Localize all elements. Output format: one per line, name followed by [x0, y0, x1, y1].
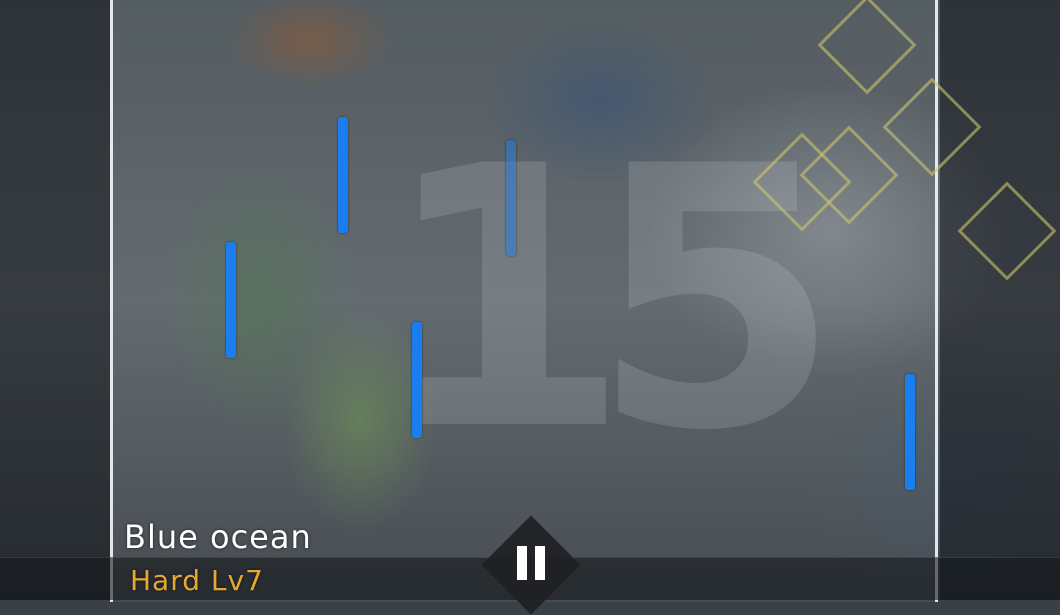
note [905, 374, 915, 490]
note [506, 140, 516, 256]
note [338, 117, 348, 233]
combo-counter: 15 [380, 90, 841, 509]
pause-icon[interactable] [517, 546, 545, 580]
right-side-panel [940, 0, 1060, 600]
song-title: Blue ocean [124, 518, 312, 556]
note [226, 242, 236, 358]
left-side-panel [0, 0, 110, 600]
difficulty-label: Hard Lv7 [130, 564, 264, 597]
note [412, 322, 422, 438]
